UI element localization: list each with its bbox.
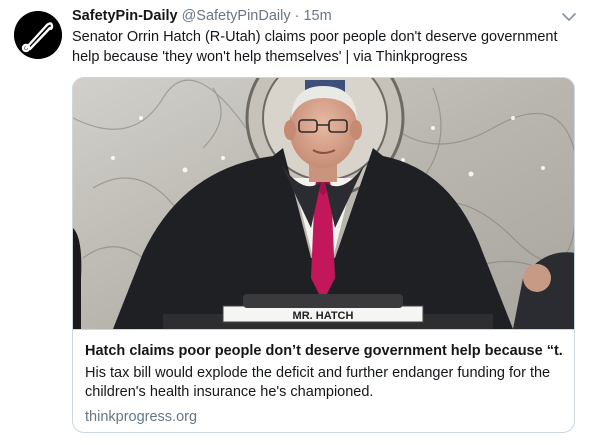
card-body[interactable]: Hatch claims poor people don’t deserve g…: [73, 329, 574, 432]
senate-hearing-photo: MR. HATCH: [73, 78, 574, 329]
avatar[interactable]: [14, 11, 62, 59]
author-handle[interactable]: @SafetyPinDaily: [182, 8, 291, 24]
separator-dot: ·: [294, 8, 300, 24]
more-options-button[interactable]: [561, 11, 577, 23]
author-display-name[interactable]: SafetyPin-Daily: [72, 8, 178, 24]
card-image[interactable]: MR. HATCH: [73, 78, 574, 329]
card-description: His tax bill would explode the deficit a…: [85, 365, 551, 400]
nameplate-text: MR. HATCH: [293, 310, 354, 322]
safety-pin-icon: [14, 11, 62, 59]
tweet[interactable]: SafetyPin-Daily @SafetyPinDaily · 15m Se…: [0, 0, 596, 445]
timestamp[interactable]: 15m: [303, 8, 331, 24]
tweet-text: Senator Orrin Hatch (R-Utah) claims poor…: [72, 29, 558, 65]
card-title[interactable]: Hatch claims poor people don’t deserve g…: [85, 342, 564, 361]
card-domain[interactable]: thinkprogress.org: [85, 408, 564, 427]
link-card[interactable]: MR. HATCH Hatch claims poor people don’t…: [72, 77, 575, 433]
tweet-header: SafetyPin-Daily @SafetyPinDaily · 15m: [72, 8, 332, 28]
chevron-down-icon: [562, 13, 576, 21]
